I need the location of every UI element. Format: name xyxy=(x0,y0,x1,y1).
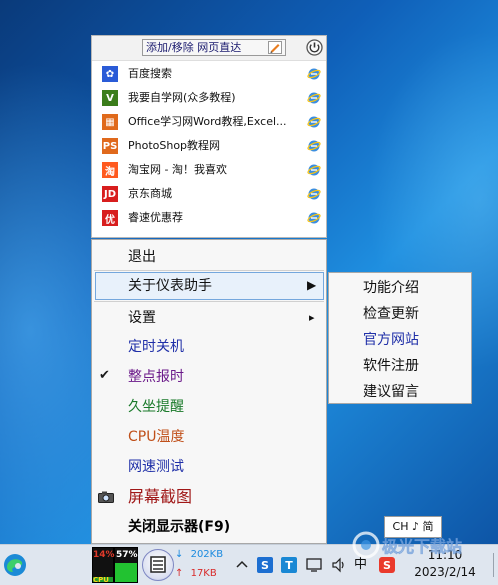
submenu-item-label: 官方网站 xyxy=(363,332,419,348)
submenu-item[interactable]: 功能介绍 xyxy=(329,275,471,301)
svg-text:极光下载站: 极光下载站 xyxy=(382,537,462,556)
menu-item-label: 定时关机 xyxy=(128,339,184,355)
menu-item[interactable]: 网速测试 xyxy=(92,453,326,481)
shortcut-label: 淘宝网 - 淘！我喜欢 xyxy=(128,163,227,176)
ie-browser-icon xyxy=(307,212,321,224)
show-hidden-icons-chevron-icon[interactable] xyxy=(233,556,251,574)
menu-item-label: 关闭显示器(F9) xyxy=(128,519,231,535)
watermark: 极光下载站 xyxy=(346,526,498,562)
menu-item[interactable]: 屏幕截图 xyxy=(92,483,326,511)
tray-app-t-icon[interactable]: T xyxy=(280,556,298,574)
upload-speed-value: 17KB xyxy=(190,568,217,579)
add-remove-shortcuts-button[interactable]: 添加/移除 网页直达 xyxy=(142,39,286,56)
baidu-paw-icon: ✿ xyxy=(102,66,118,82)
shortcut-item[interactable]: PS PhotoShop教程网 xyxy=(92,134,326,158)
menu-item-label: CPU温度 xyxy=(128,429,185,445)
resource-meter[interactable]: 14% 57% CPU xyxy=(92,547,138,584)
menu-item-label: 退出 xyxy=(128,249,156,265)
zixue-logo-icon: V xyxy=(102,90,118,106)
menu-item[interactable]: 久坐提醒 xyxy=(92,393,326,421)
office-logo-icon: ▦ xyxy=(102,114,118,130)
shortcut-label: 睿速优惠荐 xyxy=(128,211,183,224)
shortcut-label: 京东商城 xyxy=(128,187,172,200)
network-icon[interactable] xyxy=(305,556,323,574)
menu-item[interactable]: 关于仪表助手 ▶ xyxy=(95,272,324,300)
shortcut-item[interactable]: ▦ Office学习网Word教程,Excel... xyxy=(92,110,326,134)
memory-meter-fill xyxy=(115,562,137,582)
menu-item[interactable]: 关闭显示器(F9) xyxy=(92,513,326,541)
submenu-item-label: 建议留言 xyxy=(363,384,419,400)
submenu-item-label: 软件注册 xyxy=(363,358,419,374)
menu-item[interactable]: 定时关机 xyxy=(92,333,326,361)
watermark-logo-icon: 极光下载站 xyxy=(352,531,462,559)
menu-item-label: 关于仪表助手 xyxy=(128,278,212,294)
ie-browser-icon xyxy=(307,116,321,128)
about-submenu: 功能介绍检查更新官方网站软件注册建议留言 xyxy=(328,272,472,404)
edit-pen-icon xyxy=(268,41,282,54)
ie-browser-icon xyxy=(307,68,321,80)
menu-item-label: 久坐提醒 xyxy=(128,399,184,415)
submenu-item-label: 功能介绍 xyxy=(363,280,419,296)
shortcut-item[interactable]: JD 京东商城 xyxy=(92,182,326,206)
shortcut-item[interactable]: 淘淘宝网 - 淘！我喜欢 xyxy=(92,158,326,182)
clock-date: 2023/2/14 xyxy=(414,565,476,579)
jd-logo-icon: JD xyxy=(102,186,118,202)
checkmark-icon: ✔ xyxy=(99,368,110,383)
submenu-item[interactable]: 软件注册 xyxy=(329,353,471,379)
memory-percent: 57% xyxy=(116,550,138,560)
upload-speed: ↑ 17KB xyxy=(175,566,231,582)
ie-browser-icon xyxy=(307,164,321,176)
submenu-item[interactable]: 建议留言 xyxy=(329,379,471,405)
submenu-arrow-icon: ▶ xyxy=(307,278,317,292)
menu-item[interactable]: 退出 xyxy=(92,243,326,271)
menu-item[interactable]: CPU温度 xyxy=(92,423,326,451)
shortcut-item[interactable]: V 我要自学网(众多教程) xyxy=(92,86,326,110)
cpu-percent: 14% xyxy=(93,550,115,560)
upload-arrow-icon: ↑ xyxy=(175,568,184,579)
web-shortcuts-panel: 添加/移除 网页直达 ✿ 百度搜索 V 我要自学网(众多教程) ▦ Office学习网Wo… xyxy=(91,35,327,238)
svg-text:S: S xyxy=(261,559,269,572)
svg-text:T: T xyxy=(285,559,293,572)
menu-item-label: 设置 xyxy=(128,310,156,326)
ie-browser-icon xyxy=(307,188,321,200)
shortcuts-list: ✿ 百度搜索 V 我要自学网(众多教程) ▦ Office学习网Word教程,Excel.… xyxy=(92,62,326,230)
submenu-arrow-icon: ▸ xyxy=(309,311,315,324)
camera-icon xyxy=(98,491,114,503)
menu-separator xyxy=(94,301,324,302)
tray-app-s-icon[interactable]: S xyxy=(256,556,274,574)
menu-item-label: 整点报时 xyxy=(128,369,184,385)
shortcuts-header: 添加/移除 网页直达 xyxy=(92,36,326,61)
menu-item-label: 屏幕截图 xyxy=(128,487,193,506)
shortcut-label: 百度搜索 xyxy=(128,67,172,80)
menu-item[interactable]: 设置 ▸ xyxy=(92,304,326,332)
menu-item[interactable]: ✔ 整点报时 xyxy=(92,363,326,391)
power-icon[interactable] xyxy=(306,39,323,56)
taobao-logo-icon: 淘 xyxy=(102,162,118,178)
download-speed: ↓ 202KB xyxy=(175,547,231,563)
add-remove-shortcuts-label: 添加/移除 网页直达 xyxy=(146,41,242,54)
edge-browser-icon[interactable] xyxy=(2,552,28,578)
ie-browser-icon xyxy=(307,92,321,104)
shortcut-label: 我要自学网(众多教程) xyxy=(128,91,236,104)
menu-separator xyxy=(94,270,324,271)
download-arrow-icon: ↓ xyxy=(175,549,184,560)
download-speed-value: 202KB xyxy=(190,549,224,560)
monitor-glyph-icon xyxy=(150,556,166,573)
shortcut-label: Office学习网Word教程,Excel... xyxy=(128,115,287,128)
submenu-item[interactable]: 官方网站 xyxy=(329,327,471,353)
ps-logo-icon: PS xyxy=(102,138,118,154)
menu-item-label: 网速测试 xyxy=(128,459,184,475)
shortcut-item[interactable]: ✿ 百度搜索 xyxy=(92,62,326,86)
shortcut-item[interactable]: 优睿速优惠荐 xyxy=(92,206,326,230)
ie-browser-icon xyxy=(307,140,321,152)
you-logo-icon: 优 xyxy=(102,210,118,226)
shortcut-label: PhotoShop教程网 xyxy=(128,139,221,152)
dashboard-helper-icon[interactable] xyxy=(142,549,174,581)
submenu-item-label: 检查更新 xyxy=(363,306,419,322)
context-menu: 退出关于仪表助手 ▶ 设置 ▸ 定时关机 ✔ 整点报时久坐提醒 CPU温度网速测试屏幕截图关闭… xyxy=(91,239,327,544)
submenu-item[interactable]: 检查更新 xyxy=(329,301,471,327)
